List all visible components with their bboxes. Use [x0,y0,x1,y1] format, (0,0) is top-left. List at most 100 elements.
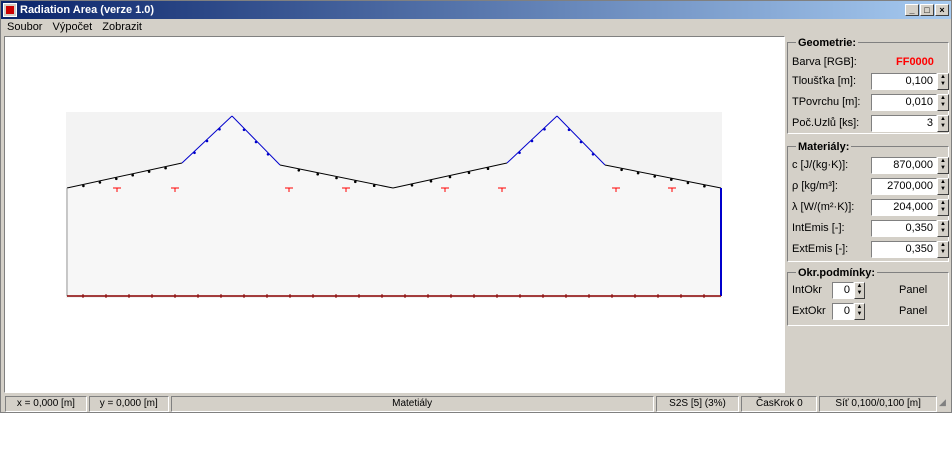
edge-node [193,151,196,155]
okr-podminky-group: Okr.podmínky: IntOkr 0 ▲ ▼ Panel ExtOkr 0… [787,267,949,326]
edge-node [636,171,640,175]
status-sit: Síť 0,100/0,100 [m] [819,396,938,412]
edge-node [218,128,221,131]
close-button[interactable]: × [935,4,949,16]
intemis-row: IntEmis [-]: 0,350 ▲ ▼ [792,219,949,237]
tloustka-label: Tloušťka [m]: [792,75,857,87]
edge-node [254,140,258,144]
edge-node [670,178,673,181]
tloustka-row: Tloušťka [m]: 0,100 ▲ ▼ [792,72,949,90]
edge-node [164,166,167,170]
title-bar[interactable]: Radiation Area (verze 1.0) _ □ × [1,1,951,19]
intemis-label: IntEmis [-]: [792,222,845,234]
edge-node [467,171,471,175]
poc-uzlu-label: Poč.Uzlů [ks]: [792,117,860,129]
extemis-row: ExtEmis [-]: 0,350 ▲ ▼ [792,240,949,258]
edge-node [579,140,583,144]
tloustka-input[interactable]: 0,100 [871,72,937,90]
tpovrchu-input[interactable]: 0,010 [871,93,937,111]
main-window: Radiation Area (verze 1.0) _ □ × Soubor … [0,0,952,413]
extokr-panel-label: Panel [899,305,928,317]
edge-node [410,184,414,187]
edge-node [205,139,209,143]
extokr-row: ExtOkr 0 ▲ ▼ Panel [792,302,948,320]
status-caskrok: ČasKrok 0 [741,396,818,412]
tpovrchu-row: TPovrchu [m]: 0,010 ▲ ▼ [792,93,949,111]
rho-row: ρ [kg/m³]: 2700,000 ▲ ▼ [792,177,949,195]
app-icon [3,3,17,17]
intokr-spinner[interactable]: ▲ ▼ [854,281,865,299]
rho-input[interactable]: 2700,000 [871,177,937,195]
tloustka-spinner[interactable]: ▲ ▼ [937,72,949,90]
window-title: Radiation Area (verze 1.0) [20,4,155,16]
lambda-row: λ [W/(m²·K)]: 204,000 ▲ ▼ [792,198,949,216]
tpovrchu-label: TPovrchu [m]: [792,96,861,108]
extokr-input[interactable]: 0 [832,302,854,320]
intokr-label: IntOkr [792,284,822,296]
edge-node [448,175,452,179]
poc-uzlu-input[interactable]: 3 [871,114,937,132]
edge-node [98,181,102,184]
materialy-group: Materiály: c [J/(kg·K)]: 870,000 ▲ ▼ ρ [k… [787,141,949,262]
edge-node [82,184,85,188]
drawing-canvas[interactable] [4,36,785,393]
c-label: c [J/(kg·K)]: [792,159,849,171]
extemis-spinner[interactable]: ▲ ▼ [937,240,949,258]
minimize-button[interactable]: _ [905,4,919,16]
menu-soubor[interactable]: Soubor [7,21,42,33]
edge-node [242,128,246,132]
edge-node [530,139,534,143]
resize-grip-icon[interactable]: ◢ [939,397,951,411]
barva-row: Barva [RGB]: FF0000 [792,53,948,71]
edge-node [686,181,690,185]
edge-node [115,177,118,181]
barva-value[interactable]: FF0000 [896,56,934,68]
tpovrchu-spinner[interactable]: ▲ ▼ [937,93,949,111]
poc-uzlu-spinner[interactable]: ▲ ▼ [937,114,949,132]
edge-node [653,175,656,178]
edge-node [335,176,338,180]
barva-label: Barva [RGB]: [792,56,857,68]
c-spinner[interactable]: ▲ ▼ [937,156,949,174]
intemis-spinner[interactable]: ▲ ▼ [937,219,949,237]
status-s2s: S2S [5] (3%) [655,396,740,412]
edge-node [567,128,571,132]
menu-zobrazit[interactable]: Zobrazit [102,21,142,33]
edge-node [591,153,595,156]
menu-bar: Soubor Výpočet Zobrazit [1,19,951,35]
extemis-label: ExtEmis [-]: [792,243,849,255]
extemis-input[interactable]: 0,350 [871,240,937,258]
lambda-spinner[interactable]: ▲ ▼ [937,198,949,216]
extokr-spinner[interactable]: ▲ ▼ [854,302,865,320]
lambda-label: λ [W/(m²·K)]: [792,201,855,213]
edge-node [543,128,546,131]
poc-uzlu-row: Poč.Uzlů [ks]: 3 ▲ ▼ [792,114,949,132]
intokr-row: IntOkr 0 ▲ ▼ Panel [792,281,948,299]
rho-spinner[interactable]: ▲ ▼ [937,177,949,195]
maximize-button[interactable]: □ [920,4,934,16]
edge-node [703,184,706,188]
menu-vypocet[interactable]: Výpočet [52,21,92,33]
intokr-panel-label: Panel [899,284,928,296]
c-row: c [J/(kg·K)]: 870,000 ▲ ▼ [792,156,949,174]
status-y: y = 0,000 [m] [88,396,169,412]
edge-node [147,170,151,173]
edge-node [429,179,433,183]
geometrie-group: Geometrie: Barva [RGB]: FF0000 Tloušťka … [787,37,949,134]
c-input[interactable]: 870,000 [871,156,937,174]
intokr-input[interactable]: 0 [832,281,854,299]
geometrie-title: Geometrie: [796,37,859,49]
edge-node [354,180,357,184]
edge-node [297,169,301,172]
okr-podminky-title: Okr.podmínky: [796,267,878,279]
status-x: x = 0,000 [m] [5,396,87,412]
geometry-drawing[interactable] [5,37,784,392]
edge-node [518,151,521,155]
edge-node [131,173,134,177]
lambda-input[interactable]: 204,000 [871,198,937,216]
intemis-input[interactable]: 0,350 [871,219,937,237]
rho-label: ρ [kg/m³]: [792,180,838,192]
edge-node [620,168,623,172]
extokr-label: ExtOkr [792,305,826,317]
edge-node [486,167,490,170]
